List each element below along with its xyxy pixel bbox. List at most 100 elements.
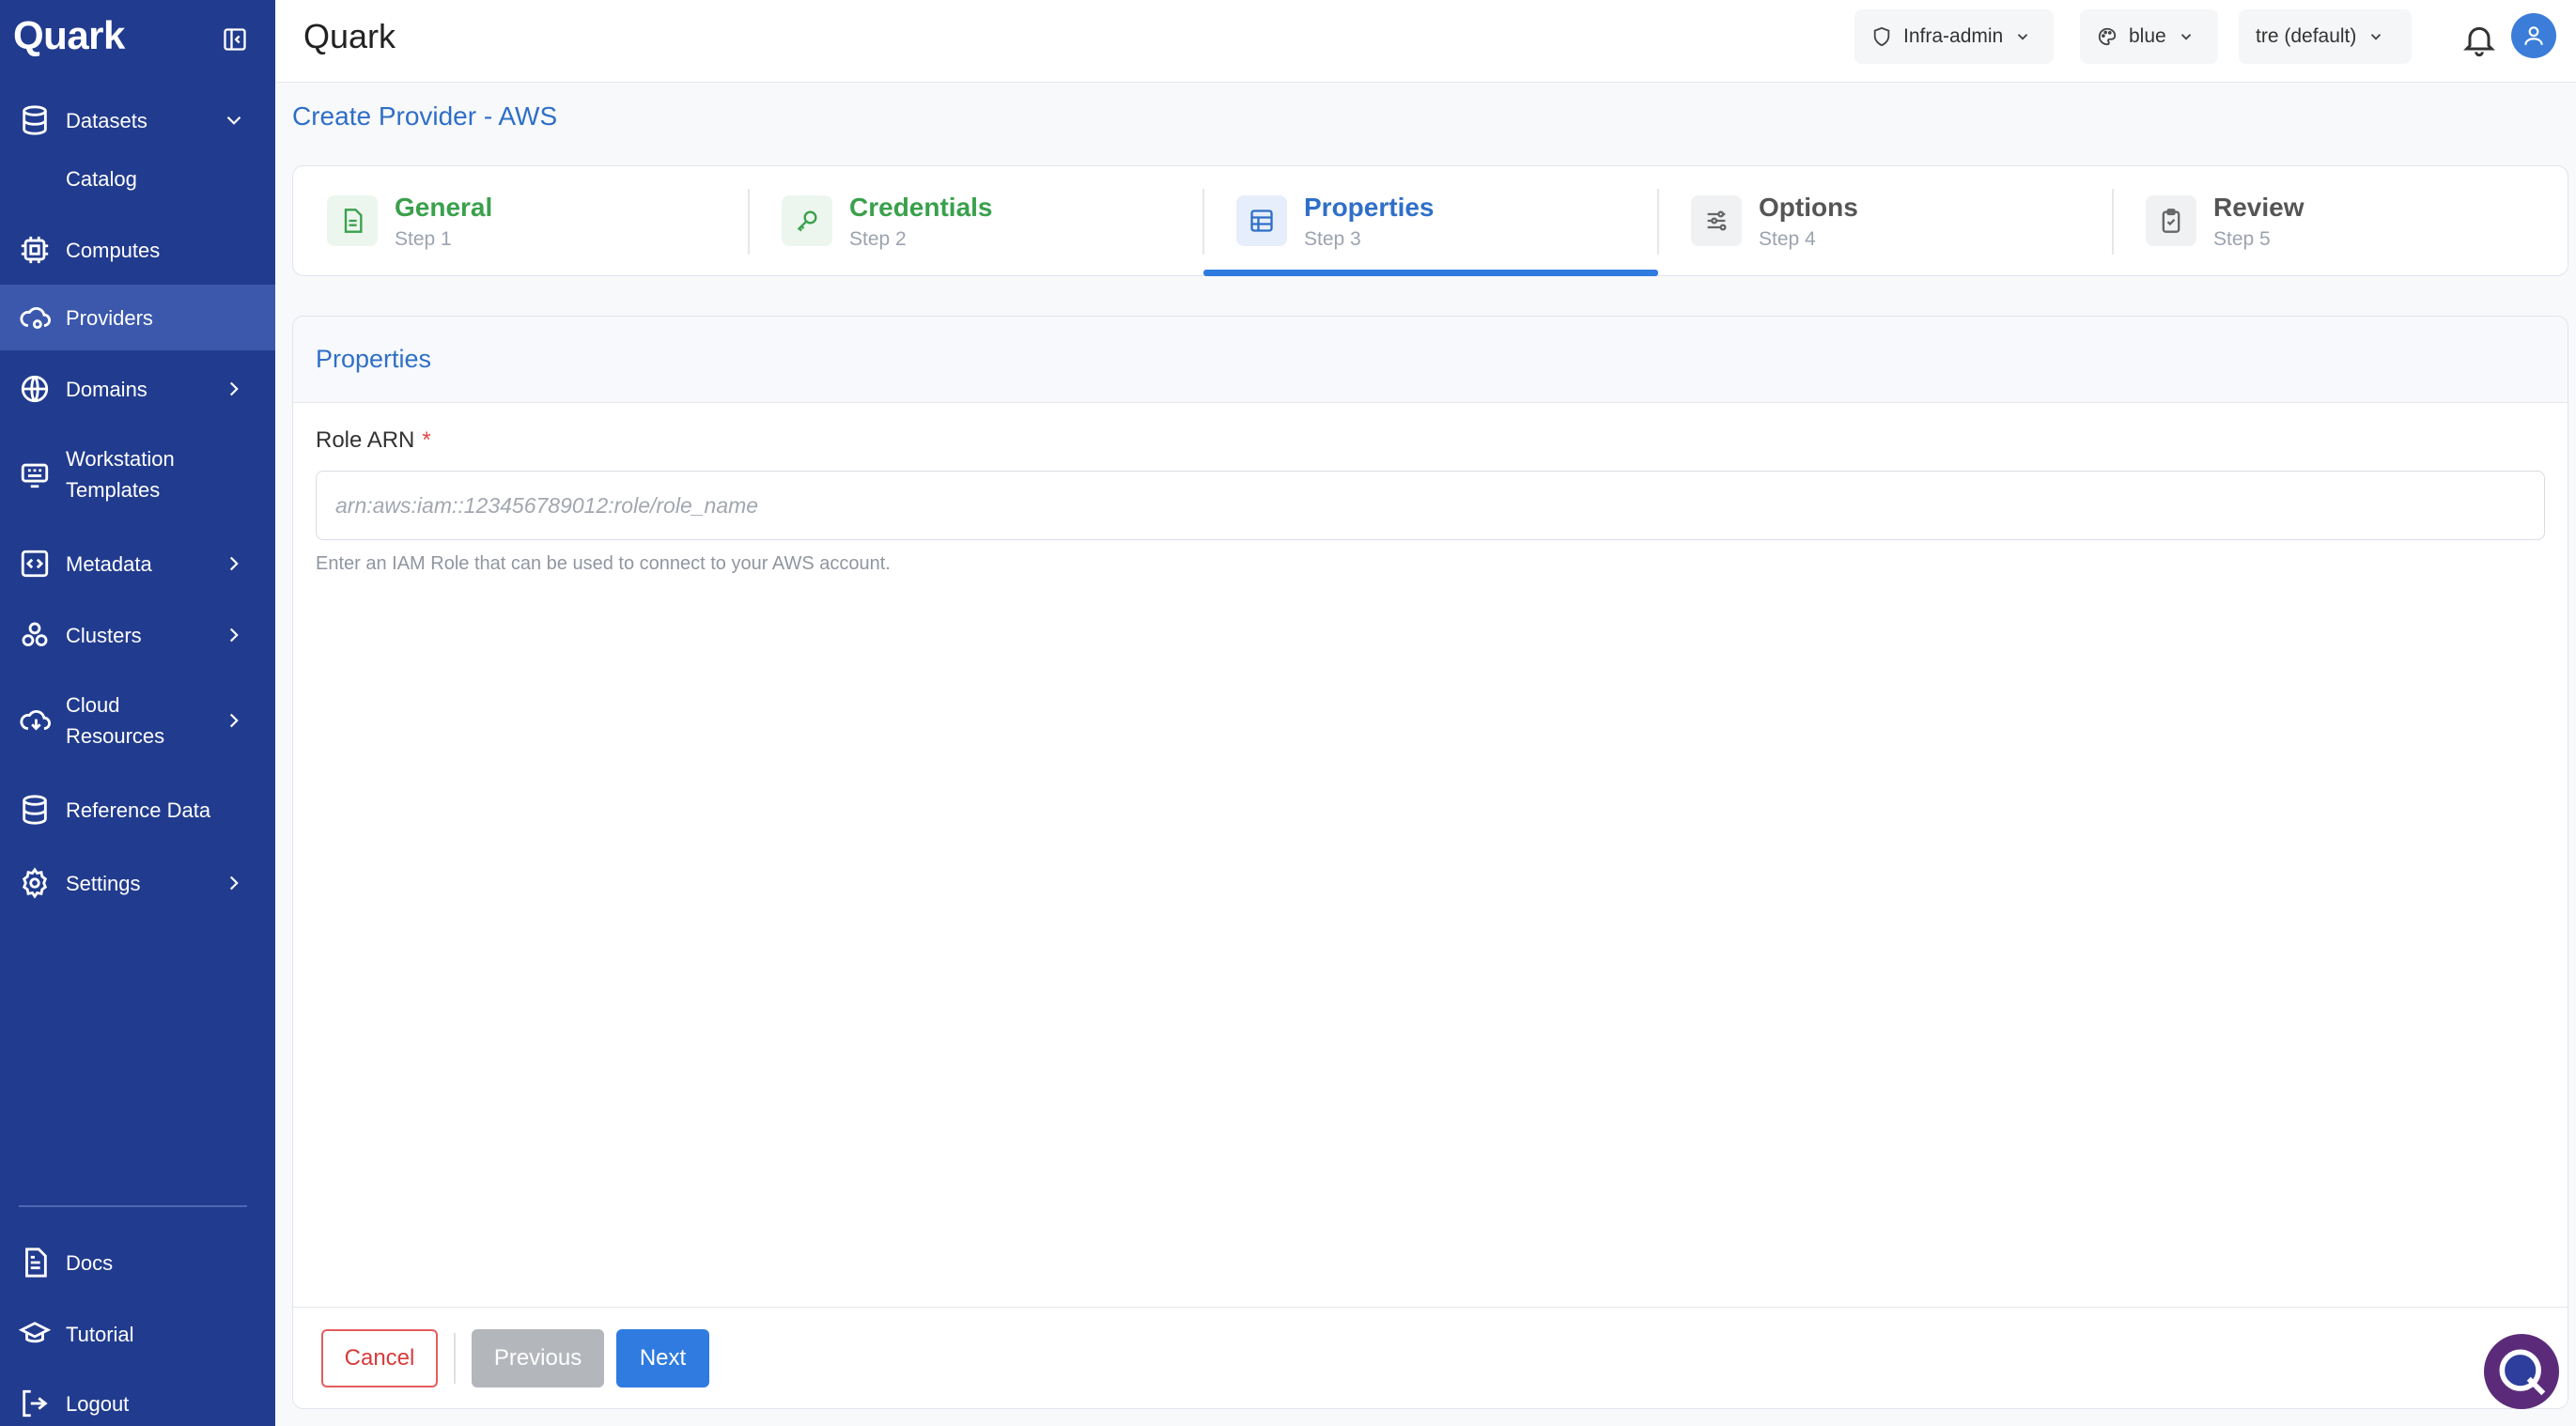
chevron-down-icon [226,116,241,125]
collapse-sidebar-icon[interactable] [222,26,248,53]
palette-icon [2098,27,2117,46]
step-title: Properties [1304,193,1435,222]
step-title: Options [1759,193,1858,222]
shield-icon [1873,26,1890,47]
sidebar-item-label: Reference Data [66,798,211,822]
code-icon [21,550,49,578]
cpu-icon [21,236,49,264]
clipboard-check-icon [2162,209,2180,233]
help-chat-button[interactable] [2484,1334,2559,1409]
cloud-gear-icon [20,306,51,330]
workstation-icon [21,463,49,488]
sidebar-item-label: Computes [66,238,161,262]
role-selector[interactable]: Infra-admin [1854,9,2054,64]
sidebar-item-label: Domains [66,377,147,401]
step-subtitle: Step 3 [1304,228,1361,250]
cancel-button[interactable]: Cancel [321,1329,438,1387]
document-icon [25,1248,47,1278]
chevron-right-icon [229,381,239,396]
sidebar-item-providers[interactable]: Providers [0,285,275,350]
globe-icon [21,375,49,403]
sidebar-item-tutorial[interactable]: Tutorial [0,1315,275,1353]
previous-button[interactable]: Previous [472,1329,604,1387]
step-review[interactable]: Review Step 5 [2112,166,2567,277]
stepper: General Step 1 Credentials Step 2 Proper… [292,165,2568,276]
key-icon [797,210,817,232]
chevron-right-icon [229,628,239,643]
step-subtitle: Step 2 [849,228,907,250]
user-icon [2524,26,2543,45]
chevron-right-icon [229,556,239,571]
sidebar-item-workstation-templates[interactable]: Workstation Templates [0,443,275,505]
bell-icon[interactable] [2460,21,2498,58]
sidebar-item-label: Datasets [66,108,147,132]
tenant-selector[interactable]: tre (default) [2239,9,2412,64]
step-icon [2146,195,2196,246]
sidebar-item-label: Clusters [66,623,142,647]
sidebar-item-label: Cloud Resources [66,693,165,748]
topbar: Quark Infra-admin blue tre (default) [275,0,2576,83]
database-icon [23,795,47,825]
step-title: Review [2213,193,2304,222]
cluster-icon [22,622,48,647]
footer-separator [454,1333,456,1384]
table-icon [1250,209,1273,232]
sidebar-divider [19,1205,247,1207]
avatar[interactable] [2511,13,2556,58]
database-icon [23,105,47,135]
step-options[interactable]: Options Step 4 [1657,166,2112,277]
sidebar-item-reference-data[interactable]: Reference Data [0,791,275,829]
step-subtitle: Step 5 [2213,228,2271,250]
sidebar-item-cloud-resources[interactable]: Cloud Resources [0,690,275,752]
brand-logo[interactable]: Quark [13,13,125,58]
sidebar-item-label: Logout [66,1391,130,1416]
properties-panel: Properties Role ARN * Enter an IAM Role t… [292,316,2568,1409]
theme-label: blue [2129,25,2166,47]
step-general[interactable]: General Step 1 [293,166,748,277]
app-title: Quark [303,17,396,55]
step-title: General [395,193,493,222]
chevron-right-icon [229,876,239,891]
sidebar-item-computes[interactable]: Computes [0,231,275,269]
sidebar-item-label: Tutorial [66,1322,134,1346]
role-arn-help: Enter an IAM Role that can be used to co… [316,553,891,574]
sidebar-item-settings[interactable]: Settings [0,864,275,902]
cloud-download-icon [20,709,51,731]
sidebar-item-label: Settings [66,871,141,895]
chevron-right-icon [229,713,239,728]
step-icon [327,195,378,246]
step-subtitle: Step 4 [1759,228,1816,250]
sidebar-subitem-catalog[interactable]: Catalog [66,167,137,192]
chevron-down-icon [2180,34,2191,40]
sliders-icon [1707,210,1727,231]
sidebar-item-metadata[interactable]: Metadata [0,545,275,582]
sidebar-item-logout[interactable]: Logout [0,1385,275,1422]
chat-q-icon [2499,1349,2546,1396]
role-arn-label-text: Role ARN [316,427,415,453]
sidebar-item-clusters[interactable]: Clusters [0,616,275,654]
sidebar-item-label: Docs [66,1250,114,1275]
panel-title: Properties [316,345,432,373]
step-title: Credentials [849,193,993,222]
chevron-down-icon [2371,34,2382,40]
step-icon [1236,195,1287,246]
sidebar-item-docs[interactable]: Docs [0,1244,275,1281]
step-icon [782,195,832,246]
sidebar-item-label: Workstation Templates [66,447,175,502]
role-arn-input[interactable] [316,471,2545,540]
sidebar: Quark Datasets Catalog Computes Provider… [0,0,275,1426]
active-step-indicator [1203,270,1658,276]
page-title: Create Provider - AWS [292,101,558,131]
role-arn-label: Role ARN * [316,427,431,454]
required-marker: * [422,427,431,453]
step-subtitle: Step 1 [395,228,452,250]
sidebar-item-label: Metadata [66,551,152,576]
step-credentials[interactable]: Credentials Step 2 [748,166,1203,277]
sidebar-item-domains[interactable]: Domains [0,370,275,408]
sidebar-item-datasets[interactable]: Datasets [0,101,275,139]
role-label: Infra-admin [1903,25,2004,47]
next-button[interactable]: Next [616,1329,709,1387]
logout-icon [23,1389,48,1418]
theme-selector[interactable]: blue [2080,9,2218,64]
step-properties[interactable]: Properties Step 3 [1203,166,1657,277]
